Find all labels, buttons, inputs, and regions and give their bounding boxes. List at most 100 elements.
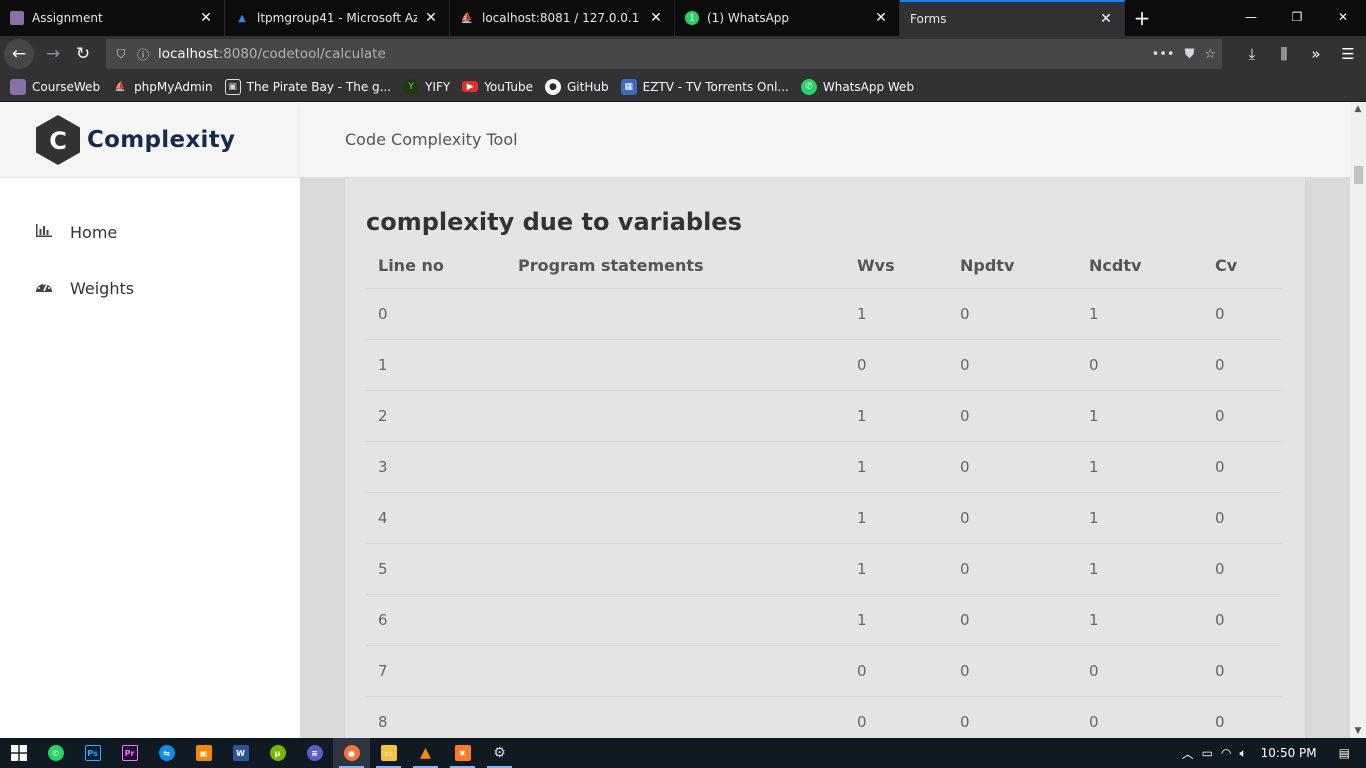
- premiere-icon[interactable]: Pr: [111, 738, 148, 768]
- notifications-icon[interactable]: ▤: [1339, 746, 1350, 760]
- brand-name: Complexity: [87, 126, 236, 153]
- close-tab-icon[interactable]: ✕: [1098, 11, 1114, 27]
- pocket-icon[interactable]: ⛊: [1185, 47, 1195, 62]
- close-window-icon[interactable]: ✕: [1320, 0, 1366, 34]
- hamburger-menu-icon[interactable]: ☰: [1336, 45, 1360, 63]
- utorrent-icon[interactable]: µ: [259, 738, 296, 768]
- table-cell: 0: [845, 645, 948, 697]
- bookmark-yify[interactable]: Y YIFY: [403, 78, 450, 95]
- minimize-icon[interactable]: —: [1228, 0, 1274, 34]
- word-icon[interactable]: W: [222, 738, 259, 768]
- close-tab-icon[interactable]: ✕: [873, 10, 889, 26]
- table-cell: 0: [366, 288, 506, 340]
- sidebar-item-weights[interactable]: Weights: [0, 260, 300, 316]
- download-icon[interactable]: ⤓: [1240, 45, 1264, 63]
- bookmark-youtube[interactable]: ▶ YouTube: [462, 80, 533, 94]
- file-explorer-icon[interactable]: ▭: [370, 738, 407, 768]
- whatsapp-icon: ✆: [800, 78, 817, 95]
- tray-chevron-up-icon[interactable]: ︿: [1182, 745, 1194, 762]
- close-tab-icon[interactable]: ✕: [648, 10, 664, 26]
- tab-phpmyadmin[interactable]: ⛵ localhost:8081 / 127.0.0.1 | php ✕: [450, 0, 675, 36]
- table-cell: 1: [845, 594, 948, 646]
- table-cell: 1: [845, 543, 948, 595]
- table-cell: 0: [1077, 339, 1203, 391]
- sidebar: C Complexity Home Weights: [0, 102, 300, 738]
- new-tab-button[interactable]: +: [1125, 0, 1159, 36]
- table-cell: 0: [948, 390, 1077, 442]
- whatsapp-app-icon[interactable]: ✆: [37, 738, 74, 768]
- column-header: Program statements: [506, 244, 845, 289]
- clock[interactable]: 10:50 PM: [1261, 746, 1317, 760]
- close-tab-icon[interactable]: ✕: [198, 10, 214, 26]
- tab-assignment[interactable]: Assignment ✕: [0, 0, 225, 36]
- sidebar-item-home[interactable]: Home: [0, 204, 300, 260]
- table-cell: 0: [1203, 645, 1281, 697]
- address-bar[interactable]: ⛉ ⓘ localhost:8080/codetool/calculate ••…: [106, 39, 1222, 69]
- bookmark-whatsapp-web[interactable]: ✆ WhatsApp Web: [800, 78, 914, 95]
- table-cell: 0: [948, 339, 1077, 391]
- bookmark-github[interactable]: ● GitHub: [544, 78, 609, 95]
- table-cell: 1: [1077, 441, 1203, 493]
- table-cell: 2: [366, 390, 506, 442]
- page-scrollbar[interactable]: ▲ ▼: [1350, 102, 1366, 738]
- page-viewport: C Complexity Home Weights Code Complexit…: [0, 102, 1366, 738]
- sidebar-item-label: Weights: [70, 278, 135, 298]
- phpmyadmin-icon: ⛵: [114, 81, 126, 92]
- page-header: Code Complexity Tool: [300, 102, 1350, 178]
- vmware-icon[interactable]: ▣: [185, 738, 222, 768]
- windows-start-icon[interactable]: [0, 738, 37, 768]
- main-content: complexity due to variables Line no Prog…: [300, 178, 1350, 738]
- pirate-icon: ▣: [224, 78, 241, 95]
- back-arrow-icon[interactable]: ←: [4, 39, 34, 69]
- table-cell: 0: [948, 492, 1077, 544]
- table-cell: 0: [948, 441, 1077, 493]
- window-controls: — ❐ ✕: [1228, 0, 1366, 34]
- browser-nav-bar: ← → ↻ ⛉ ⓘ localhost:8080/codetool/calcul…: [0, 36, 1366, 72]
- scroll-down-icon[interactable]: ▼: [1350, 726, 1366, 736]
- overflow-chevron-icon[interactable]: »: [1304, 45, 1328, 63]
- column-header: Line no: [366, 244, 506, 289]
- xampp-icon[interactable]: ✖: [444, 738, 481, 768]
- bookmark-phpmyadmin[interactable]: ⛵ phpMyAdmin: [112, 79, 212, 95]
- table-cell: 5: [366, 543, 506, 595]
- photoshop-icon[interactable]: Ps: [74, 738, 111, 768]
- shield-icon[interactable]: ⛉: [110, 47, 132, 62]
- close-tab-icon[interactable]: ✕: [423, 10, 439, 26]
- reload-icon[interactable]: ↻: [68, 39, 98, 69]
- bookmark-courseweb[interactable]: CourseWeb: [10, 78, 100, 95]
- tab-forms[interactable]: Forms ✕: [900, 0, 1125, 36]
- table-cell: 0: [948, 645, 1077, 697]
- scrollbar-thumb[interactable]: [1354, 166, 1363, 184]
- info-icon[interactable]: ⓘ: [132, 46, 154, 63]
- table-cell: 0: [948, 696, 1077, 738]
- vlc-icon[interactable]: ▲: [407, 738, 444, 768]
- firefox-icon[interactable]: ●: [333, 738, 370, 768]
- volume-icon[interactable]: 🔈︎: [1239, 746, 1246, 761]
- tab-azure[interactable]: ▲ ltpmgroup41 - Microsoft Azure ✕: [225, 0, 450, 36]
- bookmark-eztv[interactable]: ▦ EZTV - TV Torrents Onl...: [620, 78, 789, 95]
- wifi-icon[interactable]: ◠: [1221, 746, 1231, 760]
- dashboard-icon: [34, 279, 54, 297]
- media-app-icon[interactable]: ≡: [296, 738, 333, 768]
- page-title: Code Complexity Tool: [345, 130, 518, 149]
- teamviewer-icon[interactable]: ⇆: [148, 738, 185, 768]
- table-row: 21010: [366, 390, 1281, 442]
- restore-icon[interactable]: ❐: [1274, 0, 1320, 34]
- column-header: Ncdtv: [1077, 244, 1203, 289]
- forward-arrow-icon[interactable]: →: [38, 39, 68, 69]
- table-cell: 1: [1077, 288, 1203, 340]
- table-cell: 0: [1203, 288, 1281, 340]
- table-cell: [506, 390, 845, 442]
- tab-whatsapp[interactable]: 1 (1) WhatsApp ✕: [675, 0, 900, 36]
- settings-gear-icon[interactable]: ⚙: [481, 738, 518, 768]
- scroll-up-icon[interactable]: ▲: [1350, 104, 1366, 114]
- library-icon[interactable]: ⫼: [1272, 45, 1296, 63]
- table-cell: [506, 696, 845, 738]
- brand-logo[interactable]: C Complexity: [0, 102, 300, 178]
- table-cell: [506, 645, 845, 697]
- browser-tab-bar: Assignment ✕ ▲ ltpmgroup41 - Microsoft A…: [0, 0, 1366, 36]
- more-actions-icon[interactable]: •••: [1152, 47, 1175, 62]
- battery-icon[interactable]: ▭: [1202, 746, 1213, 760]
- bookmark-piratebay[interactable]: ▣ The Pirate Bay - The g...: [224, 78, 391, 95]
- bookmark-star-icon[interactable]: ☆: [1204, 47, 1216, 62]
